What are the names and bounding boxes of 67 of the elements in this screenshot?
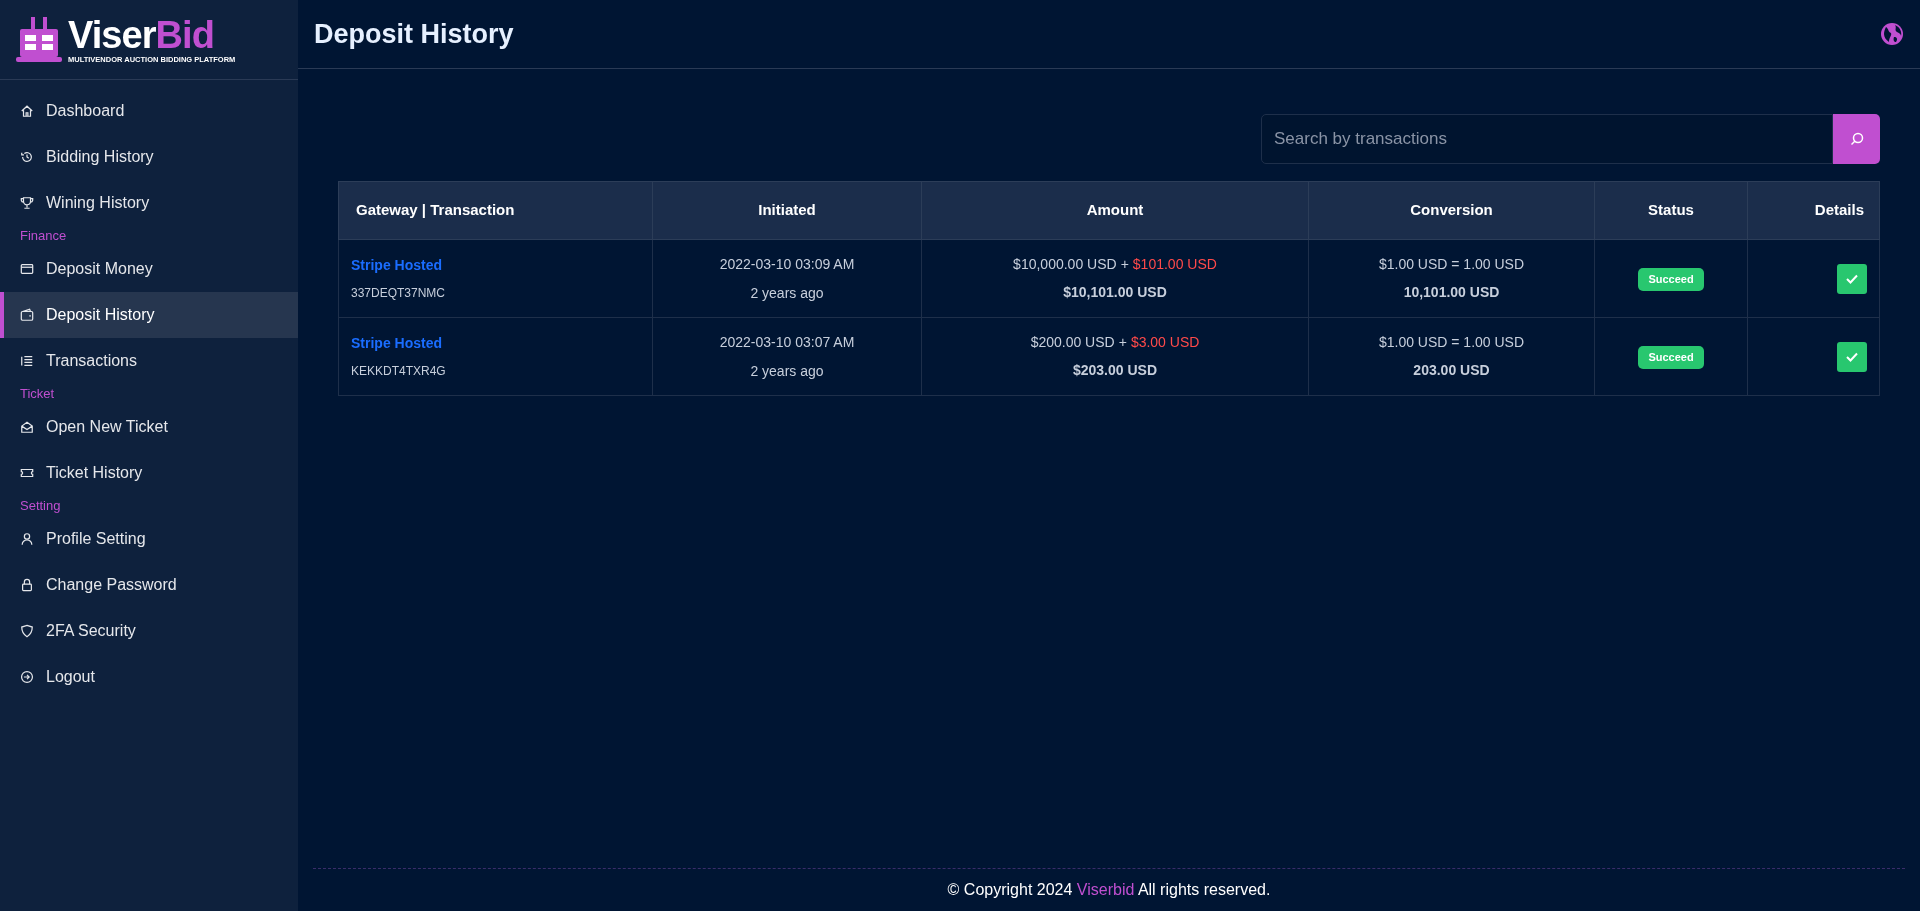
column-header: Initiated <box>652 181 922 240</box>
sidebar-item[interactable]: Deposit Money <box>0 246 298 292</box>
check-icon <box>1846 273 1858 284</box>
transaction-id: KEKKDT4TXR4G <box>351 363 447 380</box>
gateway-link[interactable]: Stripe Hosted <box>351 333 652 354</box>
total-amount: $10,101.00 USD <box>1062 283 1168 302</box>
initiated-date: 2022-03-10 03:09 AM <box>718 254 856 274</box>
sidebar-item[interactable]: Ticket History <box>0 450 298 496</box>
logout-icon <box>20 670 34 684</box>
trophy-icon <box>20 196 34 210</box>
sidebar-item[interactable]: Wining History <box>0 180 298 226</box>
sidebar-item[interactable]: Open New Ticket <box>0 404 298 450</box>
column-header: Status <box>1594 181 1748 240</box>
amount-text: $10,000.00 USD <box>1013 255 1117 274</box>
column-header: Gateway | Transaction <box>338 181 653 240</box>
copyright-text: © Copyright 2024 Viserbid All rights reserved. <box>947 880 1271 900</box>
total-amount: $203.00 USD <box>1071 361 1159 380</box>
column-header: Conversion <box>1308 181 1595 240</box>
status-badge: Succeed <box>1638 268 1704 291</box>
relative-time: 2 years ago <box>749 361 825 381</box>
check-icon <box>1846 351 1858 362</box>
sidebar-item[interactable]: Transactions <box>0 338 298 384</box>
initiated-date: 2022-03-10 03:07 AM <box>718 332 856 352</box>
sidebar-item[interactable]: Deposit History <box>0 292 298 338</box>
relative-time: 2 years ago <box>749 283 825 303</box>
envelope-open-icon <box>20 420 34 434</box>
charge-text: $101.00 USD <box>1132 255 1217 274</box>
list-icon <box>20 354 34 368</box>
viserbid-link[interactable]: Viserbid <box>1076 881 1135 898</box>
column-header: Details <box>1747 181 1880 240</box>
gateway-link[interactable]: Stripe Hosted <box>351 255 652 276</box>
logo-wordmark: ViserBid <box>68 14 215 55</box>
sidebar-section-heading: Ticket <box>19 385 56 403</box>
converted-amount: 203.00 USD <box>1412 361 1491 380</box>
history-icon <box>20 150 34 164</box>
shield-icon <box>20 624 34 638</box>
search-field[interactable]: Search by transactions <box>1261 114 1833 164</box>
amount-text: $200.00 USD <box>1030 333 1115 352</box>
user-icon <box>20 532 34 546</box>
sidebar-item[interactable]: Profile Setting <box>0 516 298 562</box>
details-button[interactable] <box>1837 263 1867 294</box>
lock-icon <box>20 578 34 592</box>
sidebar-item[interactable]: Change Password <box>0 562 298 608</box>
plus-sign: + <box>1120 255 1129 274</box>
globe-icon[interactable] <box>1880 22 1904 46</box>
status-badge: Succeed <box>1638 346 1704 369</box>
credit-card-icon <box>20 262 34 276</box>
sidebar-item[interactable]: Bidding History <box>0 134 298 180</box>
sidebar-item[interactable]: Logout <box>0 654 298 700</box>
converted-amount: 10,101.00 USD <box>1402 283 1501 302</box>
plus-sign: + <box>1118 333 1127 352</box>
sidebar-item[interactable]: Dashboard <box>0 88 298 134</box>
search-icon <box>1849 132 1864 146</box>
sidebar-item[interactable]: 2FA Security <box>0 608 298 654</box>
transaction-id: 337DEQT37NMC <box>351 285 447 302</box>
ticket-icon <box>20 466 34 480</box>
home-icon <box>20 104 34 118</box>
column-header: Amount <box>921 181 1309 240</box>
details-button[interactable] <box>1837 341 1867 372</box>
sidebar-section-heading: Setting <box>19 497 62 515</box>
conversion-rate: $1.00 USD = 1.00 USD <box>1377 255 1526 274</box>
wallet-icon <box>20 308 34 322</box>
laptop-logo-icon <box>16 14 62 65</box>
charge-text: $3.00 USD <box>1130 333 1200 352</box>
page-title: Deposit History <box>314 17 514 51</box>
conversion-rate: $1.00 USD = 1.00 USD <box>1377 333 1526 352</box>
sidebar-section-heading: Finance <box>19 227 68 245</box>
